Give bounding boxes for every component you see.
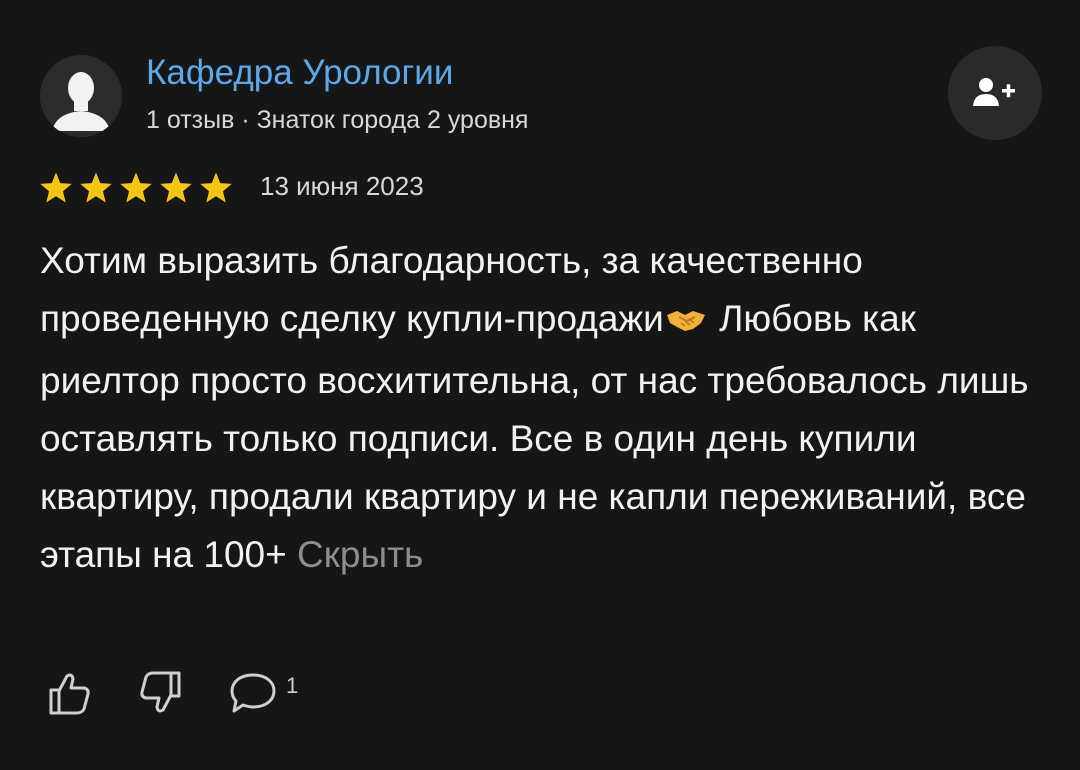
star-icon [120, 172, 152, 203]
star-icon [160, 172, 192, 203]
comment-icon [230, 673, 276, 713]
avatar[interactable] [40, 55, 122, 137]
add-user-icon [973, 78, 1015, 106]
star-rating [38, 168, 238, 208]
star-icon [200, 172, 232, 203]
review-text: Хотим выразить благодарность, за качеств… [40, 232, 1050, 584]
user-silhouette-icon [40, 55, 122, 137]
thumbs-down-icon [140, 671, 181, 713]
comment-count: 1 [286, 673, 299, 698]
author-meta: 1 отзыв · Знаток города 2 уровня [146, 106, 529, 134]
author-name[interactable]: Кафедра Урологии [146, 52, 453, 94]
comment-button[interactable]: 1 [228, 670, 298, 716]
star-icon [80, 172, 112, 203]
review-actions: 1 [44, 668, 298, 718]
review-text-part-2: Любовь как риелтор просто восхитительна,… [40, 298, 1029, 575]
dislike-button[interactable] [136, 668, 186, 718]
star-icon [40, 172, 72, 203]
handshake-icon [665, 294, 707, 352]
review-date: 13 июня 2023 [260, 171, 424, 201]
hide-text-link[interactable]: Скрыть [297, 534, 423, 575]
thumbs-up-icon [49, 673, 90, 715]
subscribe-button[interactable] [948, 46, 1042, 140]
like-button[interactable] [44, 668, 94, 718]
